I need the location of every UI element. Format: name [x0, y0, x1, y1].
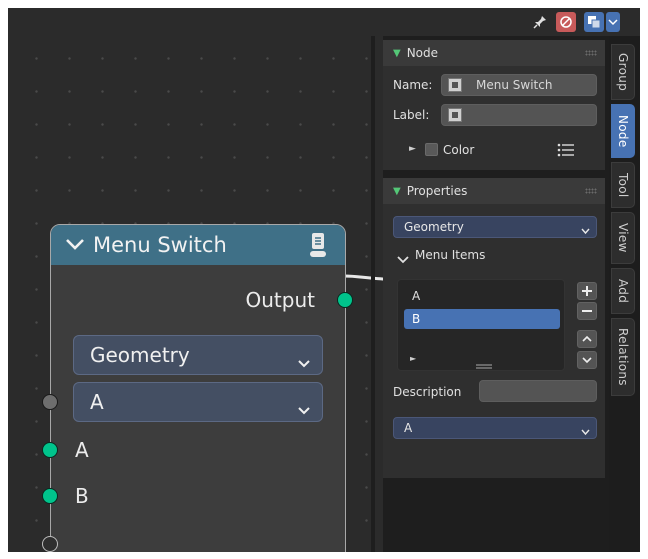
tab-add-label: Add [616, 278, 630, 304]
chevron-down-icon [298, 397, 310, 421]
list-settings-icon[interactable] [557, 142, 575, 161]
menu-dropdown[interactable]: A [73, 382, 323, 422]
tab-view-label: View [616, 223, 630, 253]
chevron-down-icon[interactable] [606, 12, 620, 32]
sidebar-tabs: Group Node Tool View Add Relations [609, 36, 640, 552]
tab-relations[interactable]: Relations [611, 318, 635, 396]
add-item-button[interactable] [577, 282, 597, 300]
chevron-down-icon [582, 357, 592, 364]
input-a-socket[interactable] [42, 442, 58, 458]
move-down-button[interactable] [577, 351, 597, 369]
mode-dropdown-value: Geometry [90, 343, 190, 367]
properties-panel-header[interactable]: ▼ Properties [383, 178, 605, 204]
node-title: Menu Switch [93, 233, 227, 257]
label-field[interactable] [441, 104, 597, 126]
tab-group[interactable]: Group [611, 44, 635, 100]
node-header[interactable]: Menu Switch [51, 225, 345, 265]
default-value: A [404, 421, 413, 435]
menu-switch-icon [309, 232, 327, 258]
description-label: Description [393, 385, 462, 399]
default-value-dropdown[interactable]: A [393, 417, 597, 439]
expanded-triangle-icon: ▼ [393, 47, 401, 59]
tab-node[interactable]: Node [611, 104, 635, 158]
menu-switch-node[interactable]: Menu Switch Output Geometry A A B [42, 224, 353, 552]
drag-grip-icon[interactable] [585, 188, 597, 194]
name-field[interactable]: Menu Switch [441, 74, 597, 96]
color-checkbox[interactable] [425, 143, 438, 156]
description-field[interactable] [479, 380, 597, 402]
node-wrangler-icon[interactable] [584, 12, 604, 32]
node-panel-header[interactable]: ▼ Node [383, 40, 605, 66]
tab-group-label: Group [616, 52, 630, 92]
tab-tool[interactable]: Tool [611, 162, 635, 208]
node-panel-title: Node [406, 46, 439, 60]
output-socket-label: Output [245, 288, 315, 312]
collapse-chevron-icon[interactable] [65, 236, 87, 255]
pin-icon[interactable] [530, 12, 550, 32]
input-a-label: A [75, 438, 89, 462]
menu-items-chevron-icon[interactable] [397, 249, 409, 268]
list-item[interactable]: A [404, 286, 560, 306]
overlay-toggle-icon[interactable] [556, 12, 576, 32]
list-item-label: B [412, 312, 421, 326]
move-up-button[interactable] [577, 330, 597, 348]
filter-toggle-icon[interactable]: ► [410, 354, 416, 363]
chevron-down-icon [298, 350, 310, 374]
node-canvas[interactable]: Menu Switch Output Geometry A A B [8, 36, 384, 552]
extend-socket[interactable] [42, 536, 58, 552]
tab-node-label: Node [616, 114, 630, 148]
input-b-socket[interactable] [42, 488, 58, 504]
output-socket[interactable] [337, 292, 353, 308]
resize-handle-icon[interactable] [476, 355, 492, 374]
tab-add[interactable]: Add [611, 268, 635, 314]
name-label: Name: [393, 78, 433, 92]
label-label: Label: [393, 108, 430, 122]
plus-icon [582, 286, 592, 296]
color-label: Color [443, 143, 475, 157]
menu-items-list[interactable]: A B ► [397, 279, 565, 371]
minus-icon [582, 310, 592, 312]
editor-header [8, 8, 640, 36]
chevron-up-icon [582, 335, 592, 342]
node-type-icon [448, 78, 462, 92]
mode-dropdown[interactable]: Geometry [73, 335, 323, 375]
properties-panel-title: Properties [406, 184, 468, 198]
chevron-down-icon [581, 224, 590, 238]
remove-item-button[interactable] [577, 302, 597, 320]
node-link-wire [344, 274, 384, 281]
drag-grip-icon[interactable] [585, 50, 597, 56]
menu-dropdown-value: A [90, 390, 104, 414]
properties-mode-dropdown[interactable]: Geometry [393, 216, 597, 238]
tab-relations-label: Relations [616, 328, 630, 386]
list-item-label: A [412, 289, 421, 303]
tab-view[interactable]: View [611, 212, 635, 264]
name-field-value: Menu Switch [476, 78, 553, 92]
chevron-down-icon [581, 425, 590, 439]
node-panel-body: Name: Menu Switch Label: ► Color [383, 66, 605, 170]
collapsed-triangle-icon[interactable]: ► [409, 144, 416, 154]
expanded-triangle-icon: ▼ [393, 185, 401, 197]
sidebar: ▼ Node Name: Menu Switch Label: ► Color [383, 36, 609, 552]
region-divider[interactable] [371, 36, 375, 552]
node-type-icon [448, 108, 462, 122]
menu-input-socket[interactable] [42, 394, 58, 410]
properties-mode-value: Geometry [404, 220, 464, 234]
blender-node-editor: Menu Switch Output Geometry A A B ▼ Node… [8, 8, 640, 552]
input-b-label: B [75, 484, 89, 508]
list-item-selected[interactable]: B [404, 309, 560, 329]
tab-tool-label: Tool [616, 172, 630, 198]
menu-items-label: Menu Items [415, 248, 486, 262]
